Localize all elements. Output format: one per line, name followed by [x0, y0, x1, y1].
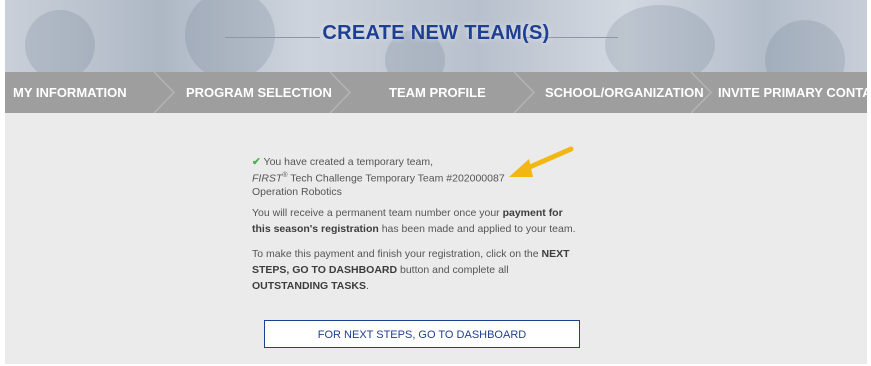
chevron-right-icon — [329, 72, 352, 113]
go-to-dashboard-button[interactable]: FOR NEXT STEPS, GO TO DASHBOARD — [264, 320, 580, 348]
arrow-annotation-icon — [509, 146, 574, 177]
outstanding-tasks-reference: OUTSTANDING TASKS — [252, 279, 366, 292]
step-invite-primary-contacts[interactable]: INVITE PRIMARY CONTACTS — [718, 72, 871, 113]
progress-steps: MY INFORMATION PROGRAM SELECTION TEAM PR… — [5, 72, 871, 113]
payment-notice-text: You will receive a permanent team number… — [252, 206, 503, 219]
header-banner: CREATE NEW TEAM(S) — [5, 0, 867, 72]
team-name-text: Tech Challenge Temporary Team #202000087 — [287, 172, 505, 185]
chevron-right-icon — [513, 72, 536, 113]
dashboard-instructions: To make this payment and finish your reg… — [252, 246, 582, 294]
instructions-text-mid: button and complete all — [397, 263, 509, 276]
step-program-selection[interactable]: PROGRAM SELECTION — [186, 72, 332, 113]
check-icon: ✔ — [252, 156, 261, 168]
chevron-right-icon — [153, 72, 176, 113]
first-brand-text: FIRST — [252, 172, 283, 185]
page-title: CREATE NEW TEAM(S) — [322, 22, 550, 44]
step-team-profile[interactable]: TEAM PROFILE — [389, 72, 486, 113]
created-text: You have created a temporary team, — [263, 156, 434, 168]
instructions-text: To make this payment and finish your reg… — [252, 247, 542, 260]
payment-notice-text-end: has been made and applied to your team. — [378, 222, 576, 235]
team-organization: Operation Robotics — [252, 185, 342, 198]
payment-notice: You will receive a permanent team number… — [252, 205, 582, 237]
instructions-period: . — [365, 279, 369, 292]
step-my-information[interactable]: MY INFORMATION — [13, 72, 127, 113]
step-school-organization[interactable]: SCHOOL/ORGANIZATION — [545, 72, 704, 113]
